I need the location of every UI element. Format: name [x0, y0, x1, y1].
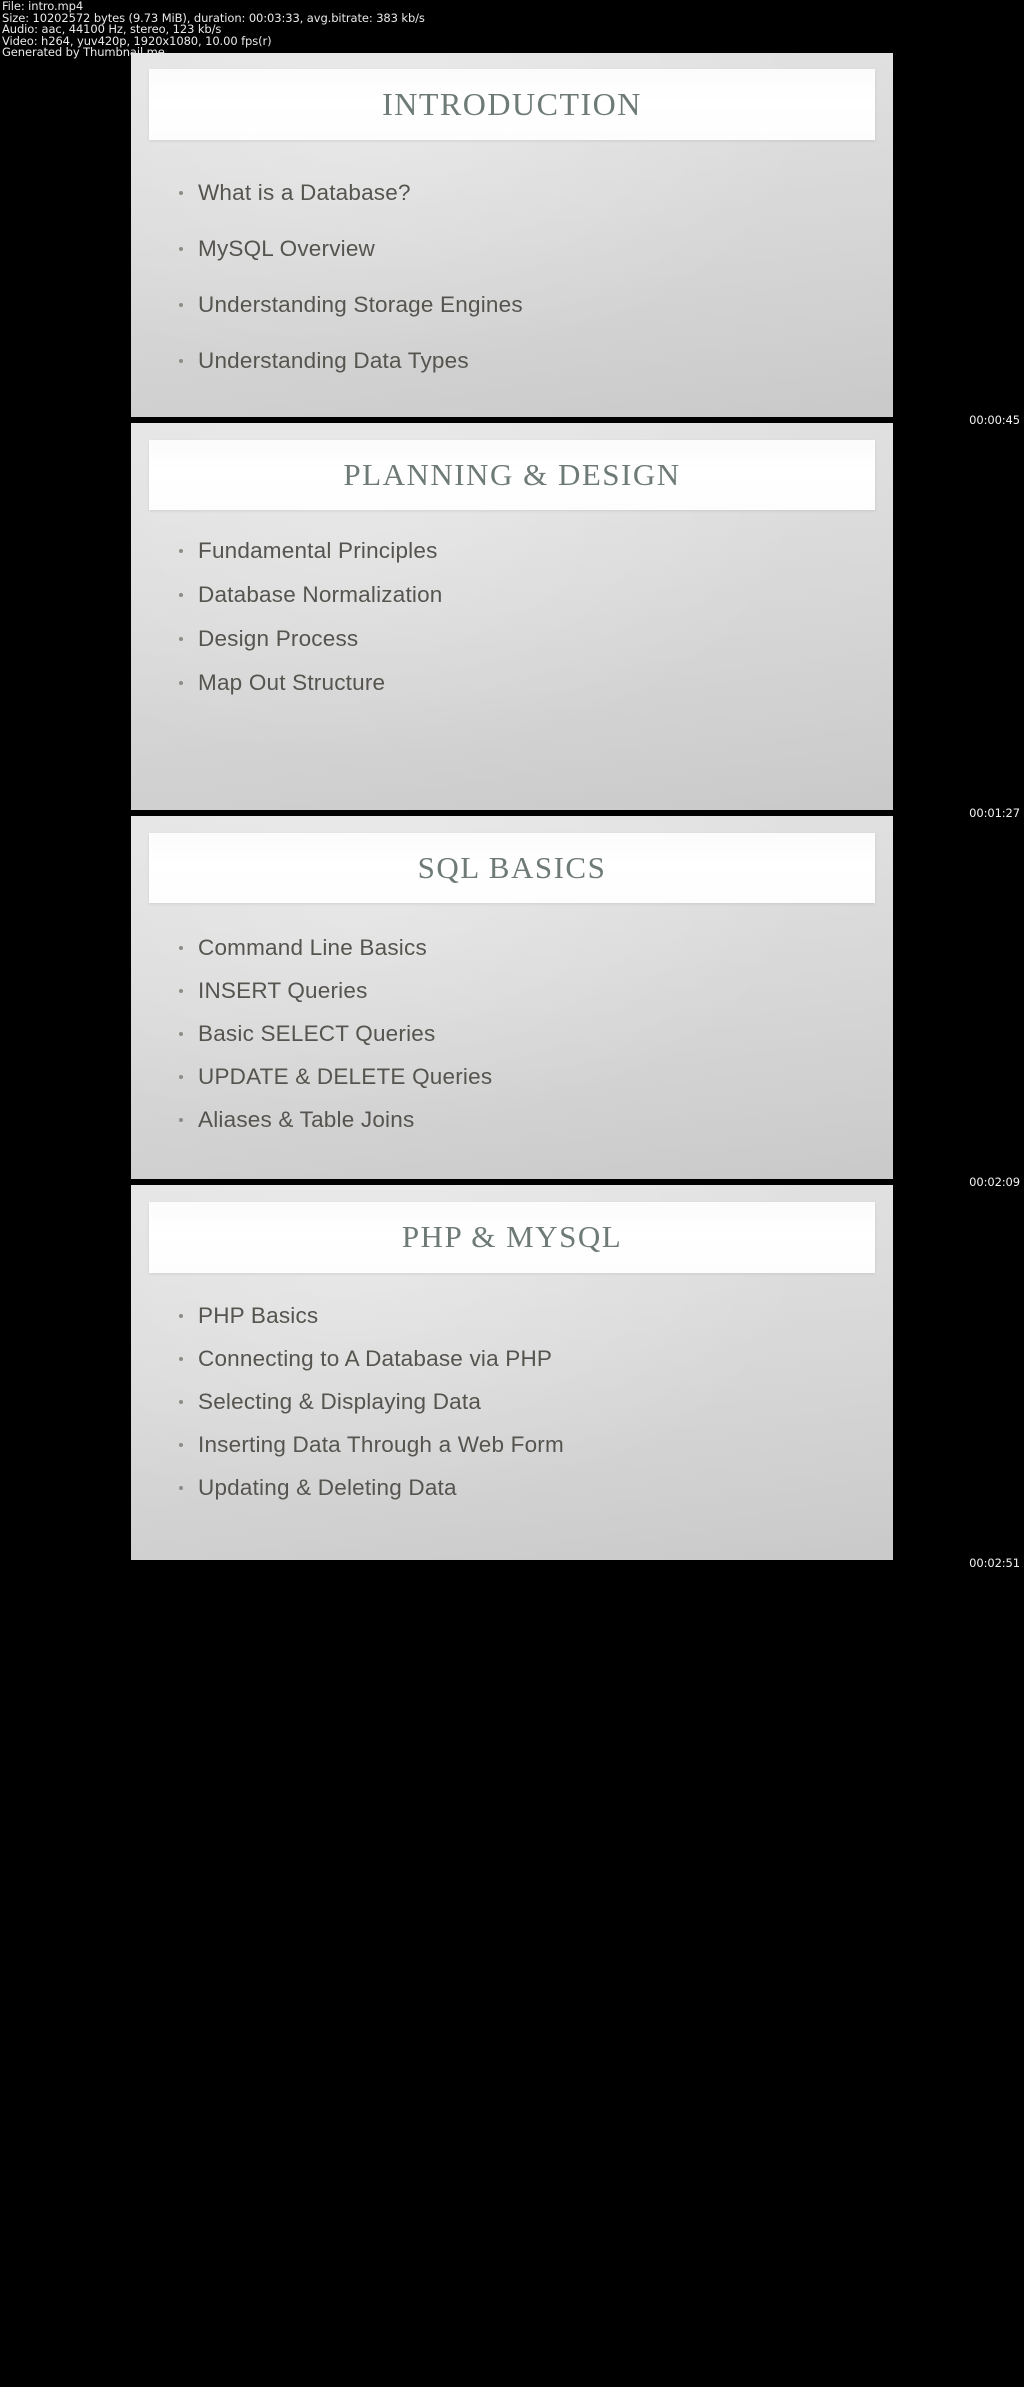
bullet-dot-icon [179, 1075, 183, 1079]
bullet-text: Understanding Storage Engines [198, 292, 523, 317]
bullet-dot-icon [179, 989, 183, 993]
bullet-dot-icon [179, 1400, 183, 1404]
bullet-text: Understanding Data Types [198, 348, 469, 373]
bullet-item: Command Line Basics [179, 935, 875, 961]
slide-3: SQL BASICS Command Line Basics INSERT Qu… [131, 816, 893, 1179]
thumbnail-frame-4[interactable]: PHP & MYSQL PHP Basics Connecting to A D… [131, 1185, 893, 1560]
slide-title-plate: PLANNING & DESIGN [149, 440, 875, 510]
bullet-text: Aliases & Table Joins [198, 1107, 415, 1132]
thumbnail-timestamp: 00:02:51 [969, 1556, 1020, 1570]
bullet-item: Inserting Data Through a Web Form [179, 1432, 875, 1458]
bullet-text: Database Normalization [198, 582, 443, 607]
bullet-item: PHP Basics [179, 1303, 875, 1329]
bullet-dot-icon [179, 359, 183, 363]
bullet-dot-icon [179, 1314, 183, 1318]
slide-4: PHP & MYSQL PHP Basics Connecting to A D… [131, 1185, 893, 1560]
bullet-item: Fundamental Principles [179, 538, 875, 564]
slide-bullet-list: Command Line Basics INSERT Queries Basic… [179, 935, 875, 1133]
thumbnail-row: PHP & MYSQL PHP Basics Connecting to A D… [0, 1185, 1024, 1570]
slide-title: PHP & MYSQL [401, 1219, 623, 1255]
bullet-item: Understanding Storage Engines [179, 292, 875, 318]
thumbnail-row: SQL BASICS Command Line Basics INSERT Qu… [0, 816, 1024, 1189]
slide-bullet-list: PHP Basics Connecting to A Database via … [179, 1303, 875, 1501]
bullet-text: Inserting Data Through a Web Form [198, 1432, 564, 1457]
bullet-dot-icon [179, 247, 183, 251]
bullet-item: Basic SELECT Queries [179, 1021, 875, 1047]
slide-bullet-list: Fundamental Principles Database Normaliz… [179, 538, 875, 696]
slide-2: PLANNING & DESIGN Fundamental Principles… [131, 423, 893, 810]
slide-title-plate: INTRODUCTION [149, 69, 875, 140]
bullet-item: Understanding Data Types [179, 348, 875, 374]
bullet-dot-icon [179, 1486, 183, 1490]
bullet-text: Design Process [198, 626, 359, 651]
bullet-item: Map Out Structure [179, 670, 875, 696]
bullet-dot-icon [179, 637, 183, 641]
bullet-item: Connecting to A Database via PHP [179, 1346, 875, 1372]
bullet-item: Design Process [179, 626, 875, 652]
bullet-dot-icon [179, 1443, 183, 1447]
bullet-text: MySQL Overview [198, 236, 375, 261]
bullet-item: Updating & Deleting Data [179, 1475, 875, 1501]
bullet-dot-icon [179, 1118, 183, 1122]
bullet-item: MySQL Overview [179, 236, 875, 262]
bullet-text: Map Out Structure [198, 670, 386, 695]
slide-1: INTRODUCTION What is a Database? MySQL O… [131, 53, 893, 417]
bullet-text: Updating & Deleting Data [198, 1475, 457, 1500]
bullet-dot-icon [179, 946, 183, 950]
bullet-dot-icon [179, 191, 183, 195]
bullet-dot-icon [179, 303, 183, 307]
bullet-item: Selecting & Displaying Data [179, 1389, 875, 1415]
bullet-text: Selecting & Displaying Data [198, 1389, 482, 1414]
slide-title: SQL BASICS [417, 849, 607, 885]
slide-title-plate: SQL BASICS [149, 833, 875, 903]
thumbnail-frame-1[interactable]: INTRODUCTION What is a Database? MySQL O… [131, 53, 893, 417]
bullet-dot-icon [179, 549, 183, 553]
bullet-text: Fundamental Principles [198, 538, 438, 563]
bullet-item: What is a Database? [179, 180, 875, 206]
bullet-item: INSERT Queries [179, 978, 875, 1004]
thumbnail-frame-3[interactable]: SQL BASICS Command Line Basics INSERT Qu… [131, 816, 893, 1179]
slide-title: PLANNING & DESIGN [343, 456, 681, 492]
bullet-item: Database Normalization [179, 582, 875, 608]
bullet-text: PHP Basics [198, 1303, 319, 1328]
bullet-dot-icon [179, 681, 183, 685]
bullet-text: Command Line Basics [198, 935, 427, 960]
thumbnail-row: PLANNING & DESIGN Fundamental Principles… [0, 423, 1024, 820]
thumbnail-frame-2[interactable]: PLANNING & DESIGN Fundamental Principles… [131, 423, 893, 810]
thumbnail-row: INTRODUCTION What is a Database? MySQL O… [0, 53, 1024, 427]
thumbnail-contact-sheet: INTRODUCTION What is a Database? MySQL O… [0, 53, 1024, 1570]
bullet-text: UPDATE & DELETE Queries [198, 1064, 493, 1089]
bullet-dot-icon [179, 1032, 183, 1036]
bullet-text: What is a Database? [198, 180, 411, 205]
video-metadata-header: File: intro.mp4 Size: 10202572 bytes (9.… [0, 0, 1024, 59]
bullet-dot-icon [179, 1357, 183, 1361]
slide-bullet-list: What is a Database? MySQL Overview Under… [179, 180, 875, 374]
slide-title-plate: PHP & MYSQL [149, 1202, 875, 1273]
bullet-text: Basic SELECT Queries [198, 1021, 436, 1046]
bullet-dot-icon [179, 593, 183, 597]
slide-title: INTRODUCTION [382, 85, 642, 122]
bullet-text: Connecting to A Database via PHP [198, 1346, 553, 1371]
bullet-item: Aliases & Table Joins [179, 1107, 875, 1133]
bullet-text: INSERT Queries [198, 978, 368, 1003]
bullet-item: UPDATE & DELETE Queries [179, 1064, 875, 1090]
